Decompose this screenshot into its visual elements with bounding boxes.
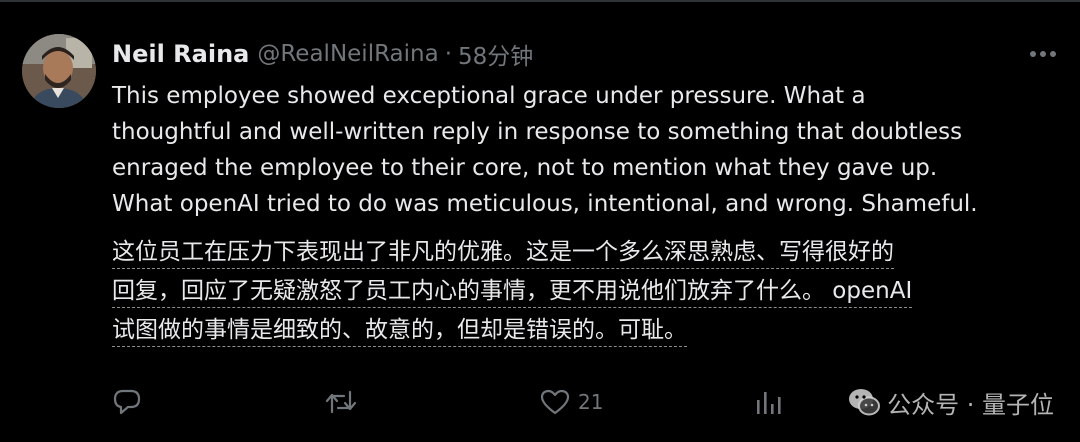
display-name[interactable]: Neil Raina (112, 40, 249, 68)
heart-icon (540, 388, 570, 416)
avatar[interactable] (22, 34, 96, 108)
retweet-button[interactable] (324, 382, 366, 422)
reply-button[interactable] (112, 382, 150, 422)
user-handle[interactable]: @RealNeilRaina (257, 41, 438, 67)
tweet-text-line: enraged the employee to their core, not … (112, 155, 938, 181)
tweet-text-line: What openAI tried to do was meticulous, … (112, 191, 978, 217)
views-icon[interactable] (754, 388, 784, 416)
tweet-text-translation: 这位员工在压力下表现出了非凡的优雅。这是一个多么深思熟虑、写得很好的 回复，回应… (112, 234, 1062, 351)
like-button[interactable]: 21 (540, 382, 603, 422)
translation-line: 这位员工在压力下表现出了非凡的优雅。这是一个多么深思熟虑、写得很好的 (112, 236, 894, 269)
tweet-text-line: This employee showed exceptional grace u… (112, 83, 866, 109)
more-options-icon[interactable] (1028, 42, 1058, 66)
watermark: 公众号 · 量子位 (847, 382, 1054, 422)
translation-line: 回复，回应了无疑激怒了员工内心的事情，更不用说他们放弃了什么。 openAI (112, 275, 913, 308)
tweet-page: Neil Raina @RealNeilRaina · 58分钟 This em… (0, 0, 1080, 442)
tweet-text-line: thoughtful and well-written reply in res… (112, 119, 963, 145)
retweet-icon (324, 388, 358, 416)
separator-dot: · (444, 41, 453, 67)
tweet-card[interactable]: Neil Raina @RealNeilRaina · 58分钟 This em… (0, 2, 1080, 442)
like-count: 21 (578, 390, 604, 414)
timestamp[interactable]: 58分钟 (458, 37, 533, 71)
reply-icon (112, 388, 142, 416)
wechat-icon (847, 385, 881, 419)
watermark-text: 公众号 · 量子位 (887, 390, 1054, 419)
tweet-text-english: This employee showed exceptional grace u… (112, 78, 1062, 222)
translation-line: 试图做的事情是细致的、故意的，但却是错误的。可耻。 (112, 314, 687, 347)
tweet-header: Neil Raina @RealNeilRaina · 58分钟 (112, 36, 533, 72)
